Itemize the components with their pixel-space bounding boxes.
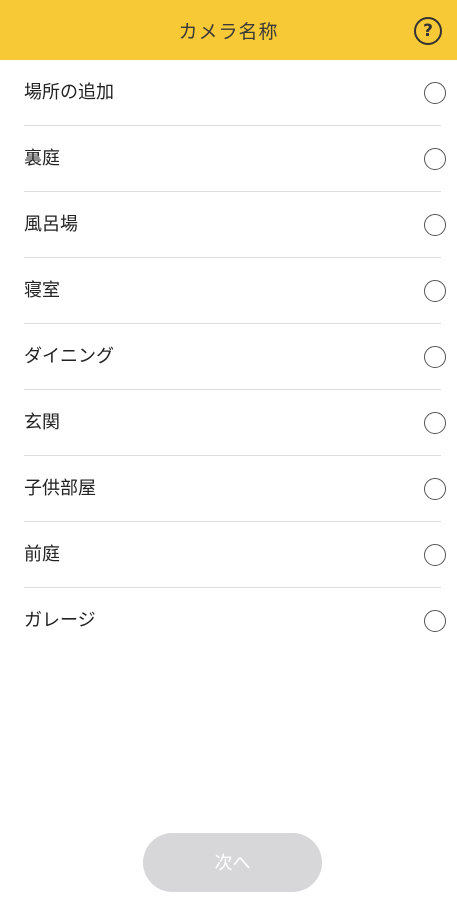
radio-button[interactable]	[424, 544, 446, 566]
list-item-label: 風呂場	[24, 214, 78, 235]
list-item-label: ガレージ	[24, 610, 96, 631]
page-title: カメラ名称	[178, 21, 279, 43]
list-item-entrance[interactable]: 玄関	[0, 390, 457, 456]
list-item-front-yard[interactable]: 前庭	[0, 522, 457, 588]
list-item-label: 裏庭	[24, 148, 60, 169]
radio-button[interactable]	[424, 280, 446, 302]
help-icon[interactable]: ?	[414, 17, 442, 45]
radio-button[interactable]	[424, 214, 446, 236]
list-item-label: ダイニング	[24, 346, 114, 367]
list-item-add-location[interactable]: 場所の追加	[0, 60, 457, 126]
list-item-dining[interactable]: ダイニング	[0, 324, 457, 390]
radio-button[interactable]	[424, 478, 446, 500]
list-item-label: 子供部屋	[24, 478, 96, 499]
list-item-backyard[interactable]: 裏庭	[0, 126, 457, 192]
list-item-bathroom[interactable]: 風呂場	[0, 192, 457, 258]
list-item-label: 場所の追加	[24, 82, 114, 103]
radio-button[interactable]	[424, 148, 446, 170]
radio-button[interactable]	[424, 412, 446, 434]
list-item-garage[interactable]: ガレージ	[0, 588, 457, 654]
radio-button[interactable]	[424, 346, 446, 368]
list-item-label: 玄関	[24, 412, 60, 433]
list-item-label: 前庭	[24, 544, 60, 565]
location-list: 場所の追加 裏庭 風呂場 寝室 ダイニング 玄関 子供部屋 前庭 ガレージ	[0, 60, 457, 654]
next-button[interactable]: 次へ	[143, 833, 322, 892]
header-bar: カメラ名称 ?	[0, 0, 457, 60]
list-item-kids-room[interactable]: 子供部屋	[0, 456, 457, 522]
list-item-label: 寝室	[24, 280, 60, 301]
list-item-bedroom[interactable]: 寝室	[0, 258, 457, 324]
radio-button[interactable]	[424, 610, 446, 632]
radio-button[interactable]	[424, 82, 446, 104]
